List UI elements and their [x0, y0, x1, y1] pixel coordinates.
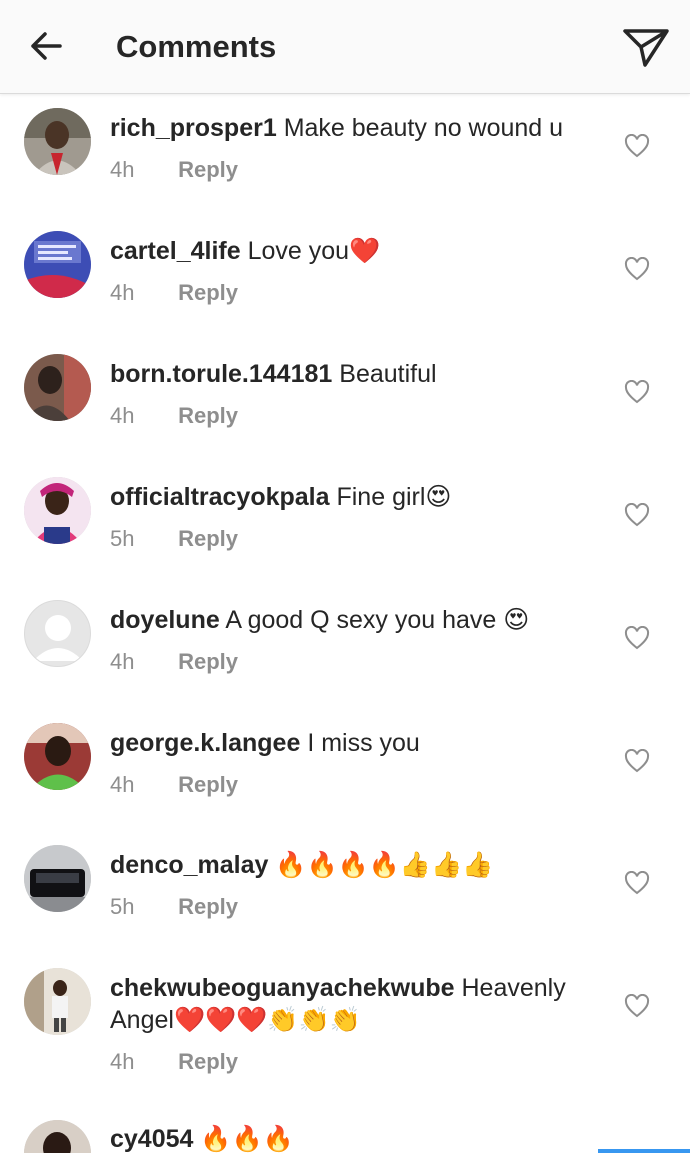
- emoji: 🔥🔥🔥: [200, 1124, 294, 1153]
- heart-icon[interactable]: [624, 749, 650, 773]
- avatar[interactable]: [24, 600, 91, 667]
- scroll-indicator: [598, 1149, 690, 1153]
- comment-meta: 4h Reply: [110, 279, 238, 307]
- avatar-image: [24, 354, 91, 421]
- reply-button[interactable]: Reply: [178, 280, 238, 305]
- comment-text: doyelune A good Q sexy you have 😍: [110, 604, 590, 636]
- comment-item: george.k.langee I miss you 4h Reply: [0, 709, 690, 829]
- comment-text: chekwubeoguanyachekwube Heavenly Angel❤️…: [110, 972, 590, 1036]
- comment-item: rich_prosper1 Make beauty no wound u 4h …: [0, 94, 690, 214]
- emoji: 😍: [425, 482, 452, 511]
- timestamp: 5h: [110, 894, 135, 919]
- timestamp: 4h: [110, 403, 135, 428]
- comment-text: born.torule.144181 Beautiful: [110, 358, 590, 390]
- avatar-image: [24, 1120, 91, 1153]
- comment-body: A good Q sexy you have: [225, 606, 497, 634]
- avatar[interactable]: [24, 723, 91, 790]
- comment-text: officialtracyokpala Fine girl😍: [110, 481, 590, 513]
- timestamp: 4h: [110, 772, 135, 797]
- reply-button[interactable]: Reply: [178, 403, 238, 428]
- heart-icon[interactable]: [624, 134, 650, 158]
- reply-button[interactable]: Reply: [178, 157, 238, 182]
- comment-item: doyelune A good Q sexy you have 😍 4h Rep…: [0, 586, 690, 706]
- heart-icon[interactable]: [624, 994, 650, 1018]
- comment-body: Beautiful: [339, 360, 437, 388]
- username[interactable]: rich_prosper1: [110, 114, 277, 142]
- timestamp: 4h: [110, 157, 135, 182]
- avatar[interactable]: [24, 354, 91, 421]
- emoji: ❤️: [349, 236, 381, 265]
- avatar-image: [24, 231, 91, 298]
- comment-body: Fine girl: [336, 483, 426, 511]
- comment-text: cartel_4life Love you❤️: [110, 235, 590, 267]
- comment-meta: 4h Reply: [110, 648, 238, 676]
- comment-body: Love you: [247, 237, 350, 265]
- reply-button[interactable]: Reply: [178, 649, 238, 674]
- comment-item: chekwubeoguanyachekwube Heavenly Angel❤️…: [0, 954, 690, 1109]
- comment-meta: 4h Reply: [110, 402, 238, 430]
- top-bar: Comments: [0, 0, 690, 94]
- comment-text: cy4054 🔥🔥🔥: [110, 1123, 590, 1153]
- username[interactable]: cy4054: [110, 1125, 193, 1153]
- emoji: ❤️❤️❤️👏👏👏: [173, 1005, 361, 1034]
- avatar-image: [24, 108, 91, 175]
- comment-meta: 4h Reply: [110, 156, 238, 184]
- avatar[interactable]: [24, 477, 91, 544]
- username[interactable]: denco_malay: [110, 851, 268, 879]
- heart-icon[interactable]: [624, 380, 650, 404]
- comment-meta: 5h Reply: [110, 525, 238, 553]
- username[interactable]: officialtracyokpala: [110, 483, 330, 511]
- share-button[interactable]: [622, 23, 670, 71]
- comment-item: cy4054 🔥🔥🔥: [0, 1109, 690, 1153]
- emoji: 😍: [503, 605, 530, 634]
- username[interactable]: born.torule.144181: [110, 360, 332, 388]
- timestamp: 5h: [110, 526, 135, 551]
- timestamp: 4h: [110, 649, 135, 674]
- comment-item: born.torule.144181 Beautiful 4h Reply: [0, 340, 690, 460]
- avatar[interactable]: [24, 968, 91, 1035]
- avatar[interactable]: [24, 108, 91, 175]
- comment-item: denco_malay 🔥🔥🔥🔥👍👍👍 5h Reply: [0, 831, 690, 951]
- username[interactable]: cartel_4life: [110, 237, 241, 265]
- heart-icon[interactable]: [624, 503, 650, 527]
- comment-text: george.k.langee I miss you: [110, 727, 590, 759]
- timestamp: 4h: [110, 280, 135, 305]
- timestamp: 4h: [110, 1049, 135, 1074]
- reply-button[interactable]: Reply: [178, 894, 238, 919]
- back-button[interactable]: [24, 24, 68, 68]
- heart-icon[interactable]: [624, 626, 650, 650]
- reply-button[interactable]: Reply: [178, 1049, 238, 1074]
- username[interactable]: chekwubeoguanyachekwube: [110, 974, 455, 1002]
- comment-text: rich_prosper1 Make beauty no wound u: [110, 112, 590, 144]
- avatar[interactable]: [24, 231, 91, 298]
- avatar[interactable]: [24, 1120, 91, 1153]
- username[interactable]: doyelune: [110, 606, 220, 634]
- comment-body: Make beauty no wound u: [283, 114, 564, 142]
- avatar[interactable]: [24, 845, 91, 912]
- heart-icon[interactable]: [624, 257, 650, 281]
- emoji: 🔥🔥🔥🔥👍👍👍: [275, 850, 494, 879]
- username[interactable]: george.k.langee: [110, 729, 300, 757]
- comment-meta: 4h Reply: [110, 771, 238, 799]
- avatar-image: [24, 968, 91, 1035]
- default-user-icon: [33, 615, 83, 661]
- comment-item: officialtracyokpala Fine girl😍 5h Reply: [0, 463, 690, 583]
- paper-plane-icon: [623, 29, 669, 67]
- page-title: Comments: [116, 29, 277, 64]
- avatar-image: [24, 845, 91, 912]
- comment-item: cartel_4life Love you❤️ 4h Reply: [0, 217, 690, 337]
- comment-meta: 4h Reply: [110, 1048, 238, 1076]
- comment-meta: 5h Reply: [110, 893, 238, 921]
- reply-button[interactable]: Reply: [178, 772, 238, 797]
- reply-button[interactable]: Reply: [178, 526, 238, 551]
- back-arrow-icon: [31, 32, 62, 60]
- avatar-image: [24, 477, 91, 544]
- heart-icon[interactable]: [624, 871, 650, 895]
- avatar-image: [24, 723, 91, 790]
- comment-text: denco_malay 🔥🔥🔥🔥👍👍👍: [110, 849, 590, 881]
- comment-body: I miss you: [307, 729, 420, 757]
